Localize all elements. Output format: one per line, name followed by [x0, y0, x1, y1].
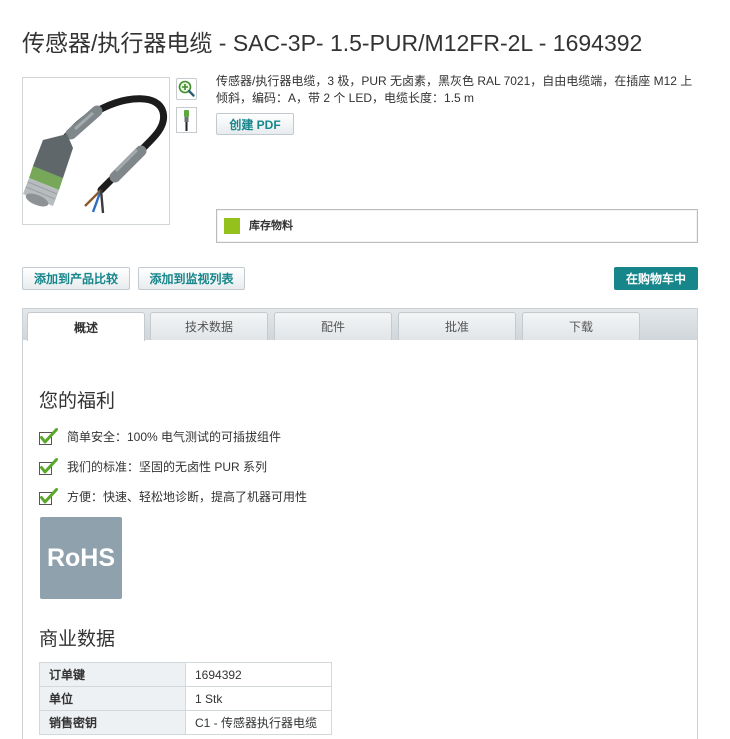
benefit-item: 简单安全：100% 电气测试的可插拔组件: [39, 427, 281, 445]
benefit-text: 方便：快速、轻松地诊断，提高了机器可用性: [67, 489, 308, 504]
benefits-heading: 您的福利: [39, 391, 116, 412]
row-value: 1 Stk: [185, 686, 332, 711]
cart-button[interactable]: 在购物车中: [614, 267, 698, 290]
connector-thumbnail: [184, 110, 189, 131]
checkbox-check-icon: [39, 427, 58, 445]
benefit-text: 简单安全：100% 电气测试的可插拔组件: [67, 429, 282, 444]
checkbox-check-icon: [39, 487, 58, 505]
checkbox-check-icon: [39, 457, 58, 475]
availability-box: 库存物料: [216, 209, 698, 243]
table-row: 订单键 1694392: [39, 662, 332, 687]
benefit-item: 我们的标准：坚固的无卤性 PUR 系列: [39, 457, 267, 475]
commercial-data-table: 订单键 1694392 单位 1 Stk 销售密钥 C1 - 传感器执行器电缆: [39, 662, 332, 735]
stock-indicator: [224, 218, 240, 234]
tab-approvals[interactable]: 批准: [398, 312, 516, 340]
row-label: 单位: [39, 686, 186, 711]
row-value: C1 - 传感器执行器电缆: [185, 710, 332, 735]
cable-connector-image: [23, 95, 168, 214]
row-label: 订单键: [39, 662, 186, 687]
product-thumbnail[interactable]: [176, 107, 197, 133]
product-description: 传感器/执行器电缆，3 极，PUR 无卤素，黑灰色 RAL 7021，自由电缆端…: [216, 74, 693, 105]
commercial-data-heading: 商业数据: [39, 629, 116, 650]
table-row: 销售密钥 C1 - 传感器执行器电缆: [39, 710, 332, 735]
page-title: 传感器/执行器电缆 - SAC-3P- 1.5-PUR/M12FR-2L - 1…: [22, 30, 643, 56]
benefit-text: 我们的标准：坚固的无卤性 PUR 系列: [67, 459, 268, 474]
row-value: 1694392: [185, 662, 332, 687]
product-image[interactable]: [22, 77, 170, 225]
add-to-watchlist-button[interactable]: 添加到监视列表: [138, 267, 245, 290]
create-pdf-button[interactable]: 创建 PDF: [216, 113, 294, 135]
benefit-item: 方便：快速、轻松地诊断，提高了机器可用性: [39, 487, 307, 505]
zoom-in-icon: [178, 80, 195, 97]
stock-label: 库存物料: [249, 220, 293, 232]
row-label: 销售密钥: [39, 710, 186, 735]
rohs-badge: RoHS: [40, 517, 122, 599]
tab-downloads[interactable]: 下载: [522, 312, 640, 340]
tab-technical-data[interactable]: 技术数据: [150, 312, 268, 340]
add-to-compare-button[interactable]: 添加到产品比较: [22, 267, 130, 290]
tab-accessories[interactable]: 配件: [274, 312, 392, 340]
tab-overview[interactable]: 概述: [27, 312, 145, 341]
zoom-button[interactable]: [176, 78, 197, 100]
tab-bar: 概述 技术数据 配件 批准 下载: [23, 309, 697, 341]
table-row: 单位 1 Stk: [39, 686, 332, 711]
